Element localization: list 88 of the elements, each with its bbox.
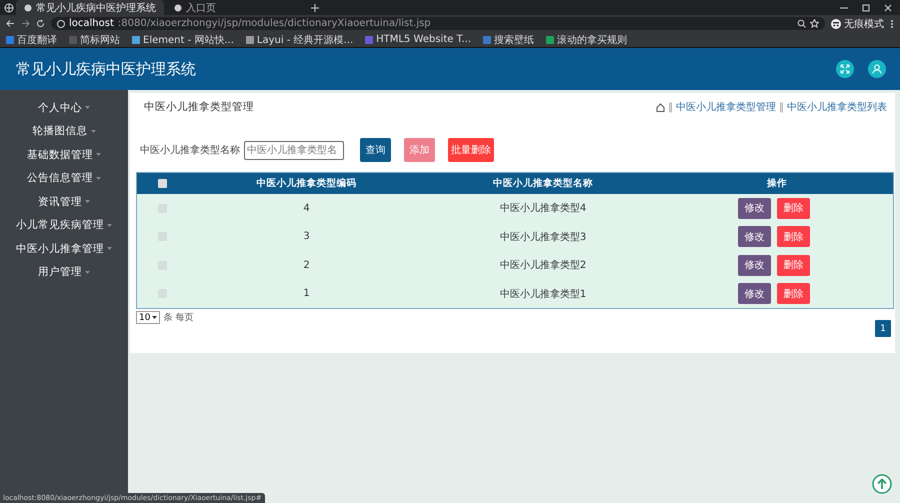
table-cell: 1 [188, 280, 425, 308]
breadcrumb-separator: ‖ [668, 102, 673, 112]
table-cell: 中医小儿推拿类型1 [424, 280, 662, 308]
more-icon[interactable] [890, 18, 894, 28]
caret-icon [96, 153, 101, 156]
plus-icon[interactable] [310, 2, 320, 12]
bookmark-icon [69, 36, 77, 44]
tab-title: 入口页 [186, 2, 216, 14]
caret-icon [107, 247, 112, 250]
sidebar-item[interactable]: 资讯管理 [0, 190, 128, 214]
delete-button[interactable]: 删除 [777, 198, 810, 219]
table-cell: 中医小儿推拿类型4 [424, 194, 662, 222]
home-icon[interactable] [656, 102, 665, 112]
profile-button[interactable]: 无痕模式 [831, 16, 884, 30]
sidebar-item[interactable]: 中医小儿推拿管理 [0, 237, 128, 260]
column-header: 操作 [661, 172, 894, 194]
sidebar-item[interactable]: 小儿常见疾病管理 [0, 214, 128, 237]
bookmark[interactable]: 百度翻译 [6, 32, 57, 46]
bookmark-icon [546, 36, 554, 44]
page-size-select[interactable]: 10 [136, 311, 160, 324]
page-title: 中医小儿推拿类型管理 [144, 100, 254, 114]
checkbox[interactable] [158, 178, 168, 188]
column-header: 中医小儿推拿类型名称 [424, 172, 662, 194]
caret-icon [96, 176, 101, 180]
address-bar[interactable]: localhost :8080/xiaoerzhongyi/jsp/modules/dictionaryXiaoertuina/list.jsp [51, 17, 825, 30]
browser-tab[interactable]: 入口页 [166, 0, 302, 15]
batch-delete-button[interactable]: 批量删除 [448, 138, 494, 162]
dropdown-icon [152, 316, 158, 319]
app-title: 常见小儿疾病中医护理系统 [16, 60, 196, 78]
forward-icon[interactable] [21, 19, 30, 28]
expand-button[interactable] [836, 60, 854, 78]
delete-button[interactable]: 删除 [777, 283, 810, 304]
url-path: :8080/xiaoerzhongyi/jsp/modules/dictionaryXiaoertuina/list.jsp [118, 18, 431, 29]
edit-button[interactable]: 修改 [738, 283, 772, 304]
edit-button[interactable]: 修改 [738, 226, 772, 248]
edit-button[interactable]: 修改 [738, 254, 772, 276]
star-icon[interactable] [810, 19, 819, 28]
table-cell: 2 [188, 251, 425, 280]
bookmark-icon [132, 36, 140, 44]
bookmark-icon [483, 36, 492, 44]
user-icon [872, 64, 882, 74]
incognito-icon [831, 18, 841, 28]
bookmark[interactable]: Layui - 经典开源模... [246, 32, 354, 46]
caret-icon [85, 200, 90, 204]
bookmark[interactable]: 搜索壁纸 [483, 32, 534, 46]
sidebar-item[interactable]: 个人中心 [0, 96, 128, 120]
table-cell: 4 [188, 194, 425, 222]
bookmark[interactable]: Element - 网站快... [132, 32, 234, 46]
page-button[interactable]: 1 [875, 320, 891, 337]
sidebar-item[interactable]: 用户管理 [0, 260, 128, 284]
sidebar-item[interactable]: 公告信息管理 [0, 166, 128, 190]
caret-icon [90, 130, 96, 133]
delete-button[interactable]: 删除 [777, 254, 810, 276]
table-cell: 3 [188, 222, 425, 251]
expand-icon [840, 64, 850, 74]
search-button[interactable]: 查询 [360, 138, 391, 162]
sidebar-item[interactable]: 轮播图信息 [0, 120, 128, 143]
maximize-icon[interactable] [862, 4, 870, 12]
tab-title: 常见小儿疾病中医护理系统 [36, 2, 156, 14]
search-field[interactable]: 中医小儿推拿类型名 [244, 140, 344, 160]
reload-icon[interactable] [36, 19, 45, 28]
table-cell: 中医小儿推拿类型3 [424, 222, 662, 251]
breadcrumb-link[interactable]: 中医小儿推拿类型列表 [787, 100, 887, 114]
bookmark-icon [365, 36, 374, 44]
breadcrumb-link[interactable]: 中医小儿推拿类型管理 [676, 100, 776, 114]
back-to-top-icon[interactable] [872, 474, 892, 494]
table-cell: 中医小儿推拿类型2 [424, 251, 662, 280]
column-header: 中医小儿推拿类型编码 [188, 172, 425, 194]
close-icon[interactable] [884, 4, 892, 12]
sidebar-item[interactable]: 基础数据管理 [0, 143, 128, 166]
bookmark-icon [6, 36, 14, 44]
back-icon[interactable] [6, 19, 15, 28]
bookmark[interactable]: 滚动的拿买规则 [546, 32, 628, 46]
user-button[interactable] [868, 60, 886, 78]
search-label: 中医小儿推拿类型名称 [140, 144, 240, 157]
bookmark[interactable]: 简标网站 [69, 32, 120, 46]
url-host: localhost [69, 18, 114, 29]
bookmark-icon [246, 36, 254, 44]
bookmark[interactable]: HTML5 Website T... [365, 34, 472, 45]
page-size-label: 条 每页 [163, 312, 194, 324]
zoom-icon[interactable] [797, 19, 806, 28]
edit-button[interactable]: 修改 [738, 198, 772, 219]
browser-tab[interactable]: 常见小儿疾病中医护理系统 [16, 0, 164, 15]
caret-icon [107, 224, 112, 227]
breadcrumb-separator: ‖ [779, 102, 784, 112]
caret-icon [85, 270, 90, 274]
caret-icon [85, 106, 90, 110]
delete-button[interactable]: 删除 [777, 226, 810, 248]
